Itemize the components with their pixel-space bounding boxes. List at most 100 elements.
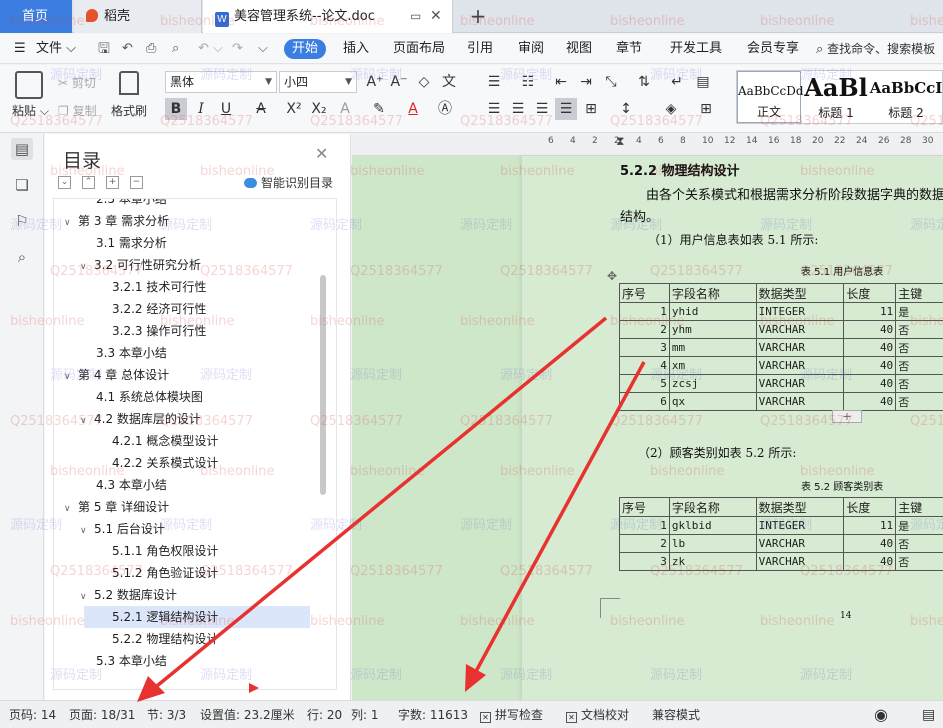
- copy-button[interactable]: ❐ 复制: [58, 102, 97, 119]
- subscript-icon[interactable]: X₂: [308, 98, 330, 120]
- toc-item[interactable]: 5.1.1 角色权限设计: [112, 540, 218, 562]
- table-cell[interactable]: INTEGER: [755, 516, 845, 535]
- toc-item[interactable]: 5.2.2 物理结构设计: [112, 628, 218, 650]
- style-heading-2[interactable]: AaBbCcI 标题 2: [869, 71, 943, 123]
- format-painter-button[interactable]: 格式刷: [111, 102, 147, 119]
- table-cell[interactable]: mm: [668, 338, 757, 357]
- menu-review[interactable]: 审阅: [518, 34, 544, 64]
- clear-format-icon[interactable]: ◇: [413, 71, 435, 93]
- table-cell[interactable]: 3: [619, 552, 670, 571]
- decrease-indent-icon[interactable]: ⇤: [550, 71, 572, 93]
- status-row[interactable]: 行: 20: [307, 701, 342, 728]
- navigation-pane-icon[interactable]: ❏: [11, 174, 33, 196]
- table-cell[interactable]: zcsj: [668, 374, 757, 393]
- table-cell[interactable]: VARCHAR: [755, 338, 845, 357]
- toc-item[interactable]: 3.2.2 经济可行性: [112, 298, 206, 320]
- document-area[interactable]: 6 4 2 2 4 6 8 10 12 14 16 18 20 22 24 26 28 30 ⧗ 5.2.2 物理结…: [352, 134, 943, 700]
- undo-icon[interactable]: ↶ ⌵: [198, 34, 223, 64]
- table-cell[interactable]: qx: [668, 392, 757, 411]
- toc-item[interactable]: 3.2.3 操作可行性: [112, 320, 206, 342]
- tab-window-icon[interactable]: ▭: [410, 0, 421, 33]
- table-cell[interactable]: lb: [668, 534, 757, 553]
- underline-icon[interactable]: U: [215, 98, 237, 120]
- table-cell[interactable]: 否: [895, 356, 943, 375]
- menu-home[interactable]: 开始: [284, 39, 327, 59]
- toc-item[interactable]: 4.3 本章小结: [96, 474, 167, 496]
- toc-item[interactable]: 3.1 需求分析: [96, 232, 167, 254]
- table-cell[interactable]: 6: [619, 392, 670, 411]
- align-left-icon[interactable]: ☰: [483, 98, 505, 120]
- table-cell[interactable]: 否: [895, 320, 943, 339]
- toc-item[interactable]: ∨ 4.2 数据库层的设计: [80, 408, 201, 430]
- doc-proof-button[interactable]: ✕ 文档校对: [566, 701, 629, 728]
- cut-button[interactable]: ✂ 剪切: [58, 74, 96, 91]
- distributed-icon[interactable]: ⊞: [580, 98, 602, 120]
- format-painter-icon[interactable]: [119, 71, 139, 95]
- table-cell[interactable]: 4: [619, 356, 670, 375]
- add-row-icon[interactable]: +: [832, 410, 862, 423]
- status-setting[interactable]: 设置值: 23.2厘米: [200, 701, 295, 728]
- more-dropdown-icon[interactable]: ⌵: [258, 34, 268, 64]
- table-header-cell[interactable]: 数据类型: [755, 497, 845, 517]
- toc-item[interactable]: ∨ 第 5 章 详细设计: [64, 496, 169, 518]
- spell-check-button[interactable]: ✕ 拼写检查: [480, 701, 543, 728]
- char-border-icon[interactable]: Ⓐ: [434, 98, 456, 120]
- table-cell[interactable]: VARCHAR: [755, 320, 845, 339]
- tab-close-icon[interactable]: ✕: [430, 0, 442, 33]
- toc-item[interactable]: 4.2.1 概念模型设计: [112, 430, 218, 452]
- table-cell[interactable]: 40: [843, 356, 897, 375]
- menu-insert[interactable]: 插入: [343, 34, 369, 64]
- table-cell[interactable]: 40: [843, 534, 897, 553]
- chevron-down-icon[interactable]: ∨: [80, 256, 94, 278]
- table-cell[interactable]: 否: [895, 338, 943, 357]
- bullet-list-icon[interactable]: ☰: [483, 71, 505, 93]
- table-header-cell[interactable]: 字段名称: [668, 283, 757, 303]
- toc-item[interactable]: ∨ 第 4 章 总体设计: [64, 364, 169, 386]
- toc-item[interactable]: 3.2.1 技术可行性: [112, 276, 206, 298]
- table-cell[interactable]: 40: [843, 374, 897, 393]
- table-cell[interactable]: 否: [895, 374, 943, 393]
- chevron-down-icon[interactable]: ∨: [80, 586, 94, 608]
- toc-item[interactable]: 4.2.2 关系模式设计: [112, 452, 218, 474]
- table-header-cell[interactable]: 数据类型: [755, 283, 845, 303]
- status-page-code[interactable]: 页码: 14: [9, 701, 56, 728]
- table-cell[interactable]: VARCHAR: [755, 356, 845, 375]
- toc-item[interactable]: 3.3 本章小结: [96, 342, 167, 364]
- toc-panel-icon[interactable]: ▤: [11, 138, 33, 160]
- collapse-all-icon[interactable]: ⌄: [58, 176, 71, 189]
- menu-view[interactable]: 视图: [566, 34, 592, 64]
- highlight-icon[interactable]: ✎: [368, 98, 390, 120]
- toc-item[interactable]: 5.2.1 逻辑结构设计: [84, 606, 310, 628]
- smart-toc-button[interactable]: 智能识别目录: [244, 174, 333, 191]
- table-cell[interactable]: 3: [619, 338, 670, 357]
- add-heading-icon[interactable]: +: [106, 176, 119, 189]
- print-icon[interactable]: ⎙: [146, 34, 156, 64]
- toc-item[interactable]: ∨ 5.1 后台设计: [80, 518, 165, 540]
- eye-protection-icon[interactable]: ◉: [874, 701, 888, 728]
- table-cell[interactable]: yhm: [668, 320, 757, 339]
- menu-section[interactable]: 章节: [616, 34, 642, 64]
- save-icon[interactable]: 🖫: [98, 34, 110, 64]
- print-preview-icon[interactable]: ⌕: [172, 34, 179, 64]
- table-cell[interactable]: 11: [843, 516, 897, 535]
- chevron-down-icon[interactable]: ∨: [80, 520, 94, 542]
- sort-icon[interactable]: ⇅: [633, 71, 655, 93]
- toc-scrollbar[interactable]: [320, 275, 326, 495]
- pinyin-icon[interactable]: 文: [438, 71, 460, 93]
- status-page[interactable]: 页面: 18/31: [69, 701, 135, 728]
- table-cell[interactable]: VARCHAR: [755, 374, 845, 393]
- table-header-cell[interactable]: 长度: [843, 497, 897, 517]
- table-cell[interactable]: 1: [619, 516, 670, 535]
- table-header-cell[interactable]: 字段名称: [668, 497, 757, 517]
- menu-references[interactable]: 引用: [467, 34, 493, 64]
- grow-font-icon[interactable]: A⁺: [364, 71, 386, 93]
- line-spacing-icon[interactable]: ↕: [615, 98, 637, 120]
- status-col[interactable]: 列: 1: [351, 701, 379, 728]
- toc-item[interactable]: 5.3 本章小结: [96, 650, 167, 672]
- table-cell[interactable]: gklbid: [668, 516, 757, 535]
- toc-item[interactable]: ∨ 5.2 数据库设计: [80, 584, 177, 606]
- table-cell[interactable]: 否: [895, 552, 943, 571]
- command-search[interactable]: ⌕ 查找命令、搜索模板: [816, 38, 943, 60]
- menu-page-layout[interactable]: 页面布局: [393, 34, 445, 64]
- italic-icon[interactable]: I: [190, 98, 212, 120]
